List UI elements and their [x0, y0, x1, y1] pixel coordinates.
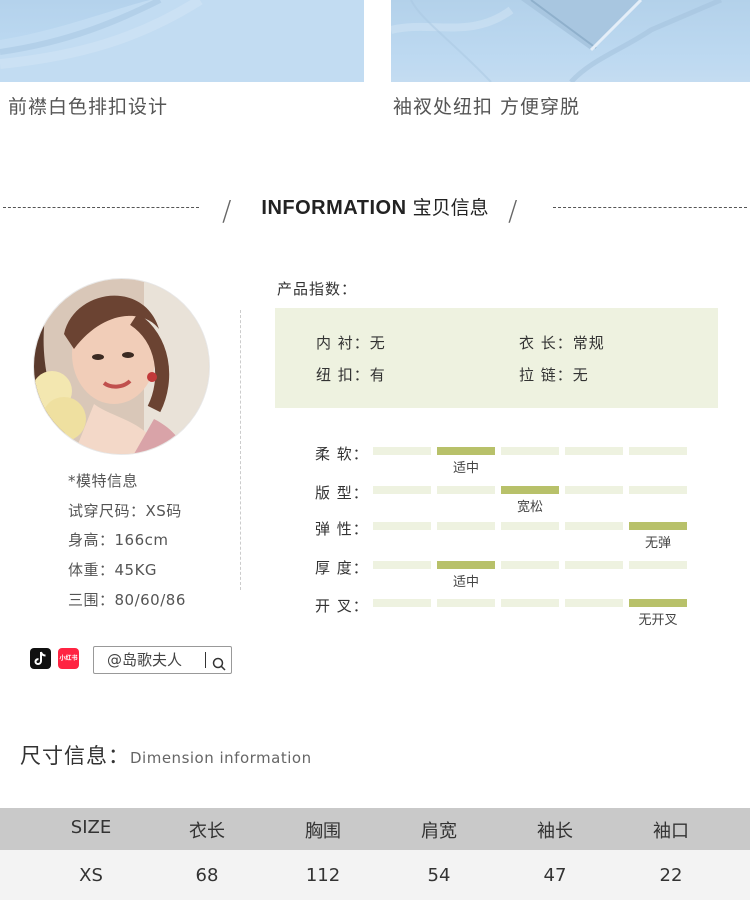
scale-segment [437, 447, 495, 455]
tiktok-icon[interactable] [30, 648, 51, 669]
scale-segment [501, 522, 559, 530]
size-header-bust: 胸围 [305, 821, 341, 842]
size-header-shoulder: 肩宽 [421, 821, 457, 842]
scale-label: 厚 度： [315, 559, 369, 577]
model-weight: 体重：45KG [68, 561, 158, 579]
scale-segment [373, 486, 431, 494]
scale-segment [565, 447, 623, 455]
model-height: 身高：166cm [68, 531, 169, 549]
size-table-header: SIZE 衣长 胸围 肩宽 袖长 袖口 [0, 808, 750, 850]
scale-segment [629, 447, 687, 455]
scale-segment [565, 561, 623, 569]
scale-segment [629, 561, 687, 569]
search-icon[interactable] [212, 653, 226, 679]
info-title-en: INFORMATION [261, 197, 407, 219]
scale-value: 无弹 [644, 536, 671, 551]
tiktok-glyph [34, 651, 46, 666]
table-row: XS 68 112 54 47 22 [0, 850, 750, 900]
scale-segment [437, 522, 495, 530]
scale-segment [501, 561, 559, 569]
scale-segment [501, 599, 559, 607]
social-handle-search[interactable]: @岛歌夫人 [93, 646, 232, 674]
scale-segment [373, 561, 431, 569]
size-cell-sleeve: 47 [543, 865, 567, 886]
size-cell-shoulder: 54 [427, 865, 451, 886]
index-zipper: 拉 链：无 [519, 366, 589, 384]
xiaohongshu-icon[interactable]: 小红书 [58, 648, 79, 669]
header-divider-right [553, 207, 747, 208]
scale-label: 弹 性： [315, 520, 369, 538]
scale-segment [501, 447, 559, 455]
social-handle: @岛歌夫人 [107, 651, 183, 669]
model-portrait [34, 279, 209, 454]
size-cell-length: 68 [195, 865, 219, 886]
dimension-title-en: Dimension information [130, 749, 312, 767]
scale-value: 适中 [452, 461, 479, 476]
scale-segment [629, 599, 687, 607]
scale-value: 宽松 [516, 500, 543, 515]
scale-segment [565, 522, 623, 530]
scale-segment [373, 522, 431, 530]
scale-label: 开 叉： [315, 597, 369, 615]
fabric-folds-right [391, 0, 722, 82]
size-cell-cuff: 22 [659, 865, 683, 886]
scale-value: 适中 [452, 575, 479, 590]
product-index-box: 内 衬：无 衣 长：常规 纽 扣：有 拉 链：无 [275, 308, 718, 408]
scale-segment [565, 486, 623, 494]
search-divider [205, 652, 206, 668]
header-slash-right: / [508, 194, 518, 227]
index-length: 衣 长：常规 [519, 334, 605, 352]
sleeve-slit-caption: 袖衩处纽扣 方便穿脱 [393, 96, 581, 118]
scale-segment [565, 599, 623, 607]
info-title-cn: 宝贝信息 [412, 197, 489, 219]
product-index-label: 产品指数： [277, 280, 358, 298]
scale-segment [373, 447, 431, 455]
size-cell-bust: 112 [305, 865, 341, 886]
size-cell-size: XS [79, 865, 103, 886]
fabric-photo-sleeve-slit [391, 0, 750, 82]
index-buttons: 纽 扣：有 [316, 366, 386, 384]
panel-divider [240, 310, 241, 590]
index-lining: 内 衬：无 [316, 334, 386, 352]
fabric-folds-left [0, 0, 364, 82]
scale-segment [373, 599, 431, 607]
scale-value: 无开叉 [638, 613, 678, 628]
scale-label: 版 型： [315, 484, 369, 502]
size-header-length: 衣长 [189, 821, 225, 842]
scale-segment [437, 486, 495, 494]
size-header-size: SIZE [70, 817, 112, 838]
dimension-title: 尺寸信息：Dimension information [20, 740, 312, 770]
scale-segment [629, 522, 687, 530]
model-try-size: 试穿尺码：XS码 [68, 502, 182, 520]
model-measurements: 三围：80/60/86 [68, 591, 186, 609]
size-header-sleeve: 袖长 [537, 821, 573, 842]
scale-segment [437, 561, 495, 569]
front-buttons-caption: 前襟白色排扣设计 [8, 96, 169, 118]
scale-segment [501, 486, 559, 494]
model-avatar [34, 279, 209, 454]
dimension-title-cn: 尺寸信息： [20, 744, 130, 768]
scale-label: 柔 软： [315, 445, 369, 463]
model-info-heading: *模特信息 [68, 472, 139, 490]
size-header-cuff: 袖口 [653, 821, 689, 842]
scale-segment [629, 486, 687, 494]
fabric-photo-front-buttons [0, 0, 364, 82]
search-glyph [212, 657, 226, 671]
scale-segment [437, 599, 495, 607]
